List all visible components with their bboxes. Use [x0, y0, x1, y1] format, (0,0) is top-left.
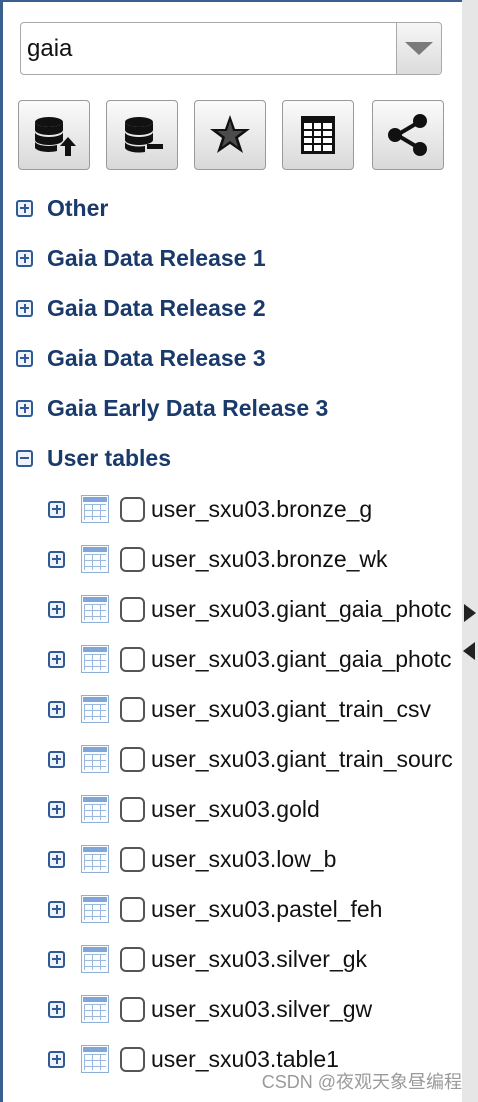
- expand-plus-icon[interactable]: [48, 700, 65, 718]
- table-checkbox[interactable]: [120, 796, 145, 822]
- table-icon: [81, 495, 109, 523]
- table-checkbox[interactable]: [120, 646, 145, 672]
- table-row[interactable]: user_sxu03.silver_gk: [48, 943, 367, 975]
- side-scroll-track[interactable]: [462, 0, 478, 1102]
- table-name[interactable]: user_sxu03.bronze_g: [151, 496, 372, 523]
- table-row[interactable]: user_sxu03.giant_train_sourc: [48, 743, 453, 775]
- table-icon: [81, 845, 109, 873]
- watermark: CSDN @夜观天象昼编程: [261, 1072, 462, 1092]
- tree-group-gaia-dr1[interactable]: Gaia Data Release 1: [16, 242, 266, 274]
- table-row[interactable]: user_sxu03.bronze_g: [48, 493, 372, 525]
- table-checkbox[interactable]: [120, 996, 145, 1022]
- tree-group-label[interactable]: Gaia Early Data Release 3: [47, 395, 328, 422]
- table-name[interactable]: user_sxu03.low_b: [151, 846, 336, 873]
- tree-group-other[interactable]: Other: [16, 192, 108, 224]
- table-icon: [81, 595, 109, 623]
- table-checkbox[interactable]: [120, 1046, 145, 1072]
- scroll-right-arrow-icon[interactable]: [464, 604, 476, 622]
- table-icon: [81, 745, 109, 773]
- table-row[interactable]: user_sxu03.silver_gw: [48, 993, 372, 1025]
- catalog-panel: gaia Other Gaia Data Release 1 Gaia Data…: [0, 0, 478, 1102]
- expand-plus-icon[interactable]: [48, 850, 65, 868]
- expand-plus-icon[interactable]: [16, 249, 33, 267]
- scroll-left-arrow-icon[interactable]: [463, 642, 475, 660]
- expand-plus-icon[interactable]: [48, 650, 65, 668]
- table-icon: [81, 795, 109, 823]
- tree-group-user-tables[interactable]: User tables: [16, 442, 171, 474]
- expand-plus-icon[interactable]: [16, 199, 33, 217]
- table-icon: [81, 645, 109, 673]
- table-name[interactable]: user_sxu03.giant_train_sourc: [151, 746, 453, 773]
- expand-plus-icon[interactable]: [48, 600, 65, 618]
- table-row[interactable]: user_sxu03.low_b: [48, 843, 336, 875]
- expand-plus-icon[interactable]: [48, 800, 65, 818]
- expand-plus-icon[interactable]: [48, 550, 65, 568]
- table-row[interactable]: user_sxu03.giant_gaia_photc: [48, 643, 452, 675]
- expand-plus-icon[interactable]: [48, 1050, 65, 1068]
- table-icon: [81, 545, 109, 573]
- table-checkbox[interactable]: [120, 896, 145, 922]
- expand-plus-icon[interactable]: [48, 500, 65, 518]
- table-checkbox[interactable]: [120, 946, 145, 972]
- table-name[interactable]: user_sxu03.silver_gw: [151, 996, 372, 1023]
- tree-group-gaia-dr2[interactable]: Gaia Data Release 2: [16, 292, 266, 324]
- tree-group-label[interactable]: Gaia Data Release 1: [47, 245, 266, 272]
- table-icon: [81, 695, 109, 723]
- table-checkbox[interactable]: [120, 696, 145, 722]
- expand-plus-icon[interactable]: [16, 349, 33, 367]
- tree-group-gaia-edr3[interactable]: Gaia Early Data Release 3: [16, 392, 328, 424]
- table-checkbox[interactable]: [120, 496, 145, 522]
- tree-group-label[interactable]: Gaia Data Release 2: [47, 295, 266, 322]
- tree-group-label[interactable]: Other: [47, 195, 108, 222]
- expand-plus-icon[interactable]: [48, 950, 65, 968]
- table-icon: [81, 995, 109, 1023]
- expand-plus-icon[interactable]: [16, 299, 33, 317]
- table-name[interactable]: user_sxu03.giant_train_csv: [151, 696, 431, 723]
- table-row[interactable]: user_sxu03.bronze_wk: [48, 543, 388, 575]
- table-name[interactable]: user_sxu03.bronze_wk: [151, 546, 388, 573]
- catalog-tree: Other Gaia Data Release 1 Gaia Data Rele…: [0, 0, 462, 1102]
- table-checkbox[interactable]: [120, 846, 145, 872]
- expand-plus-icon[interactable]: [16, 399, 33, 417]
- table-icon: [81, 945, 109, 973]
- table-name[interactable]: user_sxu03.giant_gaia_photc: [151, 596, 452, 623]
- table-checkbox[interactable]: [120, 746, 145, 772]
- table-row[interactable]: user_sxu03.giant_gaia_photc: [48, 593, 452, 625]
- table-name[interactable]: user_sxu03.silver_gk: [151, 946, 367, 973]
- table-checkbox[interactable]: [120, 546, 145, 572]
- table-name[interactable]: user_sxu03.gold: [151, 796, 320, 823]
- tree-group-label[interactable]: User tables: [47, 445, 171, 472]
- table-icon: [81, 1045, 109, 1073]
- table-row[interactable]: user_sxu03.giant_train_csv: [48, 693, 431, 725]
- table-row[interactable]: user_sxu03.pastel_feh: [48, 893, 382, 925]
- table-name[interactable]: user_sxu03.giant_gaia_photc: [151, 646, 452, 673]
- table-row[interactable]: user_sxu03.gold: [48, 793, 320, 825]
- tree-group-label[interactable]: Gaia Data Release 3: [47, 345, 266, 372]
- collapse-minus-icon[interactable]: [16, 449, 33, 467]
- table-checkbox[interactable]: [120, 596, 145, 622]
- table-icon: [81, 895, 109, 923]
- expand-plus-icon[interactable]: [48, 1000, 65, 1018]
- expand-plus-icon[interactable]: [48, 750, 65, 768]
- table-name[interactable]: user_sxu03.pastel_feh: [151, 896, 382, 923]
- tree-group-gaia-dr3[interactable]: Gaia Data Release 3: [16, 342, 266, 374]
- expand-plus-icon[interactable]: [48, 900, 65, 918]
